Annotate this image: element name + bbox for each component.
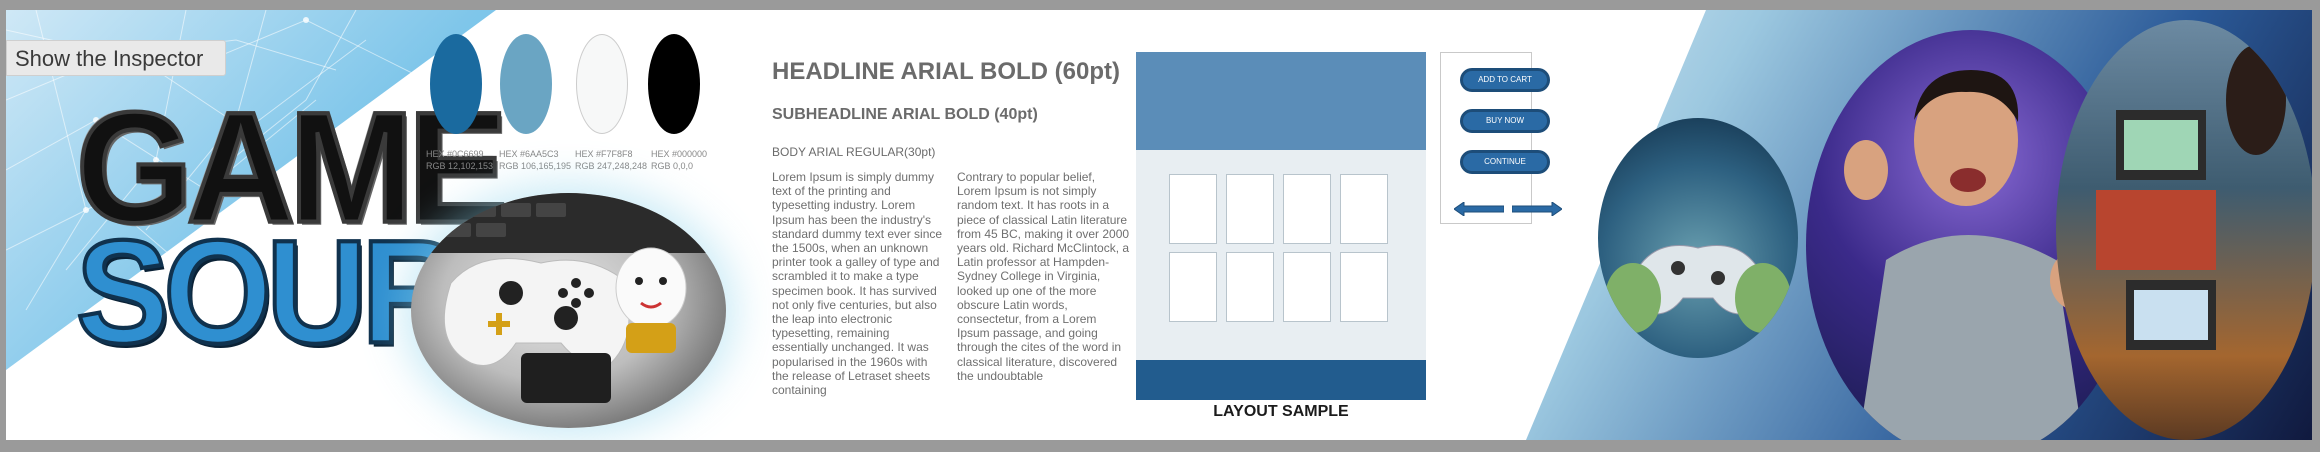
show-inspector-button[interactable]: Show the Inspector — [6, 40, 226, 76]
layout-footer-block — [1136, 360, 1426, 400]
subheadline-sample: SUBHEADLINE ARIAL BOLD (40pt) — [772, 106, 1038, 123]
game-source-logo: GAME SOURCE — [74, 86, 647, 367]
swatch-label-primary: HEX #0C6699 RGB 12,102,153 — [426, 148, 493, 172]
swatch-label-light: HEX #F7F8F8 RGB 247,248,248 — [575, 148, 647, 172]
swatch-secondary — [500, 34, 552, 134]
controller-photo — [411, 193, 726, 428]
swatch-label-secondary: HEX #6AA5C3 RGB 106,165,195 — [499, 148, 571, 172]
arcade-photo — [2056, 20, 2312, 440]
add-to-cart-button[interactable]: ADD TO CART — [1460, 68, 1550, 92]
logo-line-source: SOURCE — [74, 209, 647, 374]
arrow-left-icon[interactable] — [1454, 202, 1504, 216]
layout-grid-cell — [1226, 252, 1274, 322]
swatch-hex: HEX #0C6699 — [426, 149, 484, 159]
swatch-rgb: RGB 12,102,153 — [426, 161, 494, 171]
swatch-rgb: RGB 247,248,248 — [575, 161, 648, 171]
swatch-hex: HEX #000000 — [651, 149, 708, 159]
layout-grid-cell — [1226, 174, 1274, 244]
swatch-rgb: RGB 0,0,0 — [651, 161, 694, 171]
continue-button[interactable]: CONTINUE — [1460, 150, 1550, 174]
gamepad-hands-photo — [1598, 118, 1798, 358]
swatch-label-dark: HEX #000000 RGB 0,0,0 — [651, 148, 707, 172]
swatch-primary — [430, 34, 482, 134]
swatch-rgb: RGB 106,165,195 — [499, 161, 572, 171]
layout-grid-cell — [1283, 252, 1331, 322]
headline-sample: HEADLINE ARIAL BOLD (60pt) — [772, 58, 1120, 85]
layout-sample-caption: LAYOUT SAMPLE — [1213, 403, 1349, 420]
button-samples-overlay: ADD TO CART BUY NOW CONTINUE — [1440, 52, 1562, 224]
swatch-dark — [648, 34, 700, 134]
body-text-column-1: Lorem Ipsum is simply dummy text of the … — [772, 170, 943, 398]
layout-header-block — [1136, 52, 1426, 150]
layout-grid-cell — [1283, 174, 1331, 244]
swatch-light — [576, 34, 628, 134]
layout-grid-cell — [1340, 252, 1388, 322]
arrow-right-icon[interactable] — [1512, 202, 1562, 216]
layout-grid-cell — [1340, 174, 1388, 244]
buy-now-button[interactable]: BUY NOW — [1460, 109, 1550, 133]
mood-board-canvas: Show the Inspector GAME SOURCE HEX #0C66… — [6, 10, 2312, 440]
layout-grid-cell — [1169, 252, 1217, 322]
body-text-column-2: Contrary to popular belief, Lorem Ipsum … — [957, 170, 1130, 383]
layout-sample — [1136, 52, 1426, 400]
layout-grid-cell — [1169, 174, 1217, 244]
body-sample-title: BODY ARIAL REGULAR(30pt) — [772, 145, 936, 159]
swatch-hex: HEX #F7F8F8 — [575, 149, 633, 159]
swatch-hex: HEX #6AA5C3 — [499, 149, 559, 159]
